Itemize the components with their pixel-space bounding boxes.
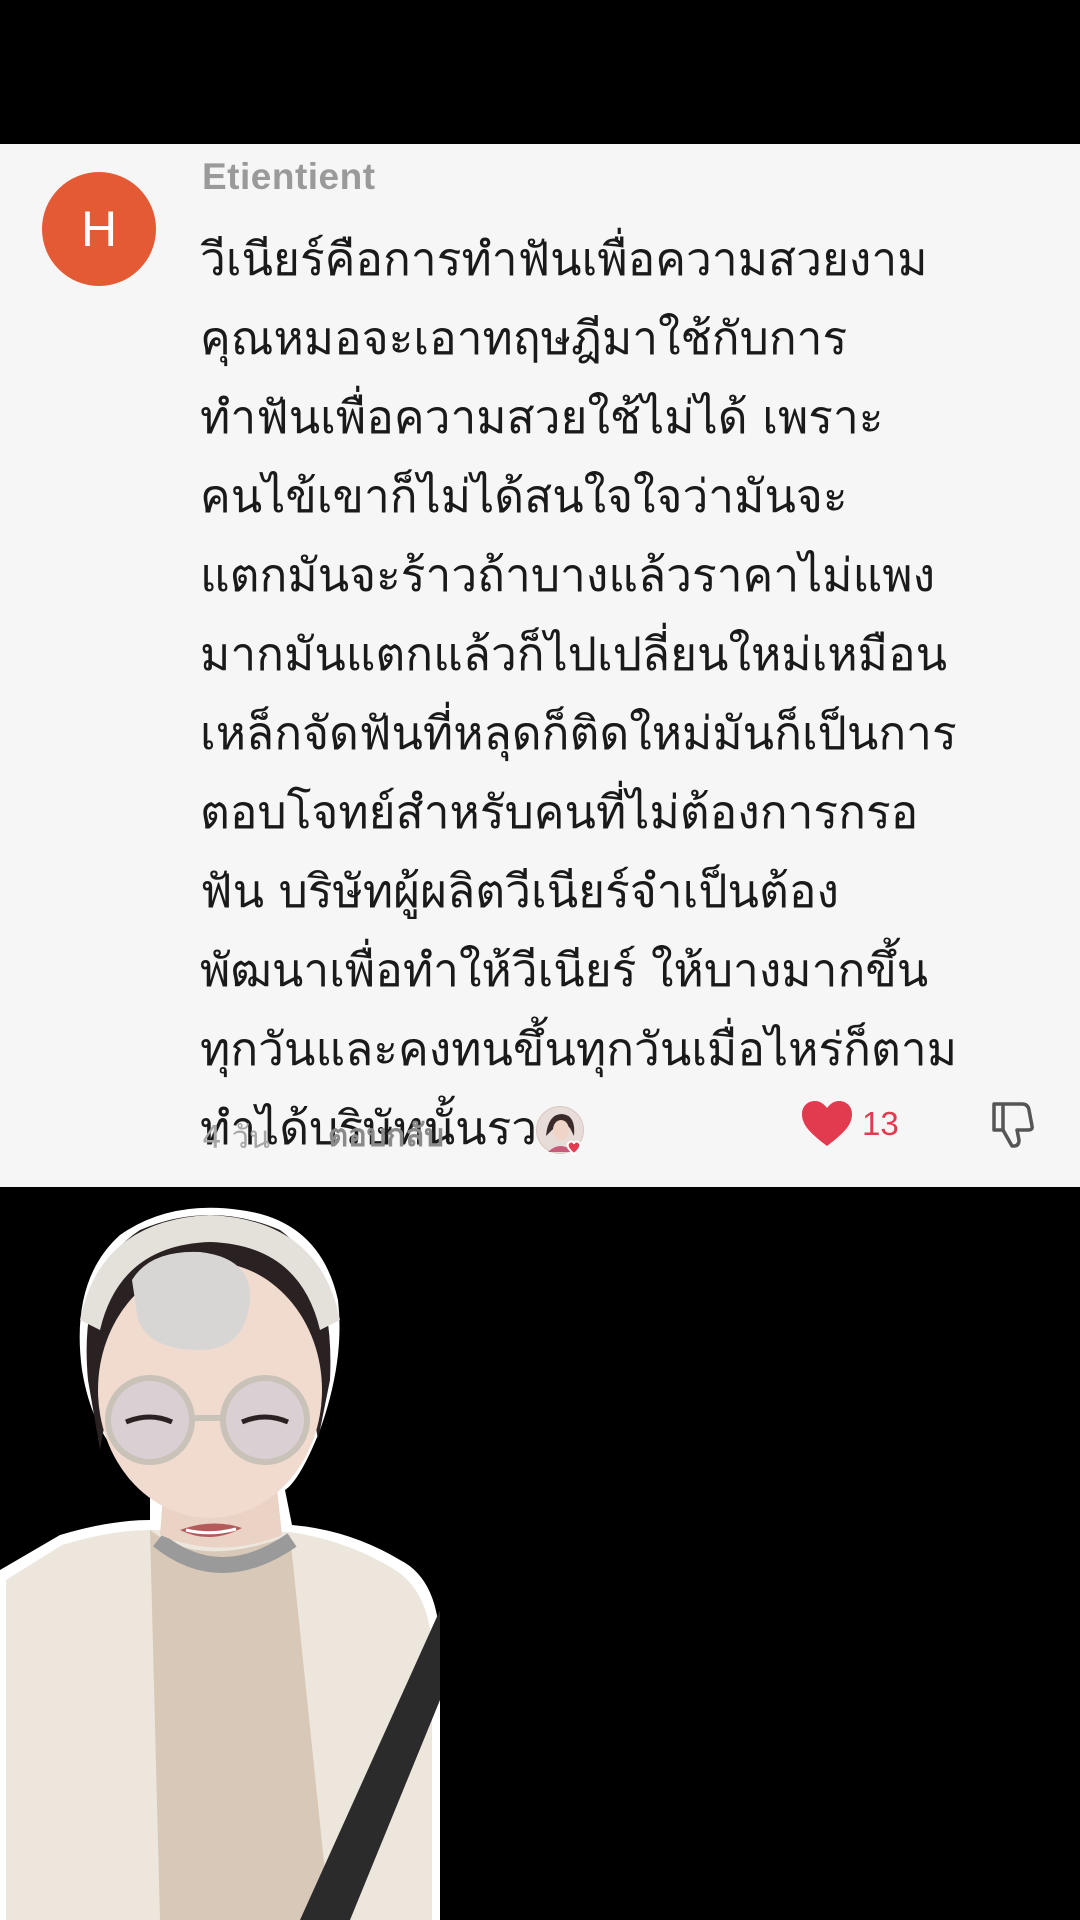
comment-line: พัฒนาเพื่อทำให้วีเนียร์ ให้บางมากขึ้น: [200, 943, 929, 997]
comment-line: คนไข้เขาก็ไม่ได้สนใจใจว่ามันจะ: [200, 469, 848, 523]
reply-button[interactable]: ตอบกลับ: [328, 1110, 444, 1160]
page: H Etientient วีเนียร์คือการทำฟันเพื่อควา…: [0, 0, 1080, 1920]
comment-line: คุณหมอจะเอาทฤษฎีมาใช้กับการ: [200, 311, 848, 365]
comment-line: วีเนียร์คือการทำฟันเพื่อความสวยงาม: [200, 232, 928, 286]
avatar-letter: H: [80, 201, 118, 257]
like-button[interactable]: 13: [800, 1098, 899, 1150]
comment-line: ทำฟันเพื่อความสวยใช้ไม่ได้ เพราะ: [200, 390, 884, 444]
comment-body: วีเนียร์คือการทำฟันเพื่อความสวยงาม คุณหม…: [200, 220, 1070, 1168]
comment-line: ตอบโจทย์สำหรับคนที่ไม่ต้องการกรอ: [200, 785, 919, 839]
comment-username[interactable]: Etientient: [202, 156, 376, 198]
comment-line: มากมันแตกแล้วก็ไปเปลี่ยนใหม่เหมือน: [200, 627, 948, 681]
comment-line: เหล็กจัดฟันที่หลุดก็ติดใหม่มันก็เป็นการ: [200, 706, 957, 760]
comment-line: ทุกวันและคงทนขึ้นทุกวันเมื่อไหร่ก็ตาม: [200, 1022, 958, 1076]
comment-line: แตกมันจะร้าวถ้าบางแล้วราคาไม่แพง: [200, 548, 936, 602]
like-count: 13: [862, 1105, 899, 1142]
user-avatar[interactable]: H: [42, 172, 156, 286]
creator-liked-icon: [536, 1106, 584, 1156]
presenter-video: [0, 1200, 450, 1920]
dislike-icon: [992, 1102, 1034, 1148]
heart-icon: [802, 1101, 852, 1146]
comment-line: ฟัน บริษัทผู้ผลิตวีเนียร์จำเป็นต้อง: [200, 864, 839, 918]
dislike-button[interactable]: [986, 1098, 1038, 1154]
comment-age: 4 วัน: [202, 1120, 271, 1156]
